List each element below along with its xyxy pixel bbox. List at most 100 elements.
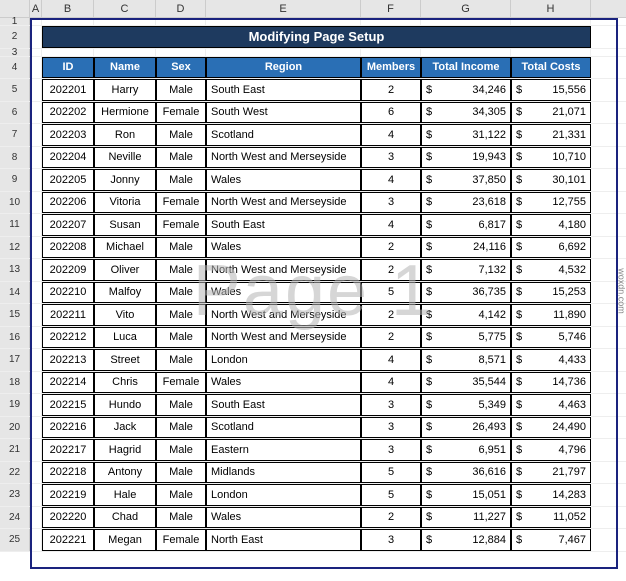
cell-name[interactable]: Malfoy bbox=[94, 282, 156, 304]
cell-id[interactable]: 202219 bbox=[42, 484, 94, 506]
row-header[interactable]: 12 bbox=[0, 237, 30, 259]
cell-id[interactable]: 202203 bbox=[42, 124, 94, 146]
cell-id[interactable]: 202204 bbox=[42, 147, 94, 169]
cell[interactable] bbox=[30, 237, 42, 259]
cell-members[interactable]: 3 bbox=[361, 439, 421, 461]
cell-id[interactable]: 202207 bbox=[42, 214, 94, 236]
cell[interactable] bbox=[30, 259, 42, 281]
cell-region[interactable]: North West and Merseyside bbox=[206, 192, 361, 214]
col-header-G[interactable]: G bbox=[421, 0, 511, 17]
cell-name[interactable]: Hundo bbox=[94, 394, 156, 416]
cell-members[interactable]: 6 bbox=[361, 102, 421, 124]
cell-id[interactable]: 202213 bbox=[42, 349, 94, 371]
cell-income[interactable]: $23,618 bbox=[421, 192, 511, 214]
cell-region[interactable]: Scotland bbox=[206, 124, 361, 146]
cell-costs[interactable]: $11,052 bbox=[511, 507, 591, 529]
cell[interactable] bbox=[30, 484, 42, 506]
select-all-corner[interactable] bbox=[0, 0, 30, 17]
cell-income[interactable]: $37,850 bbox=[421, 169, 511, 191]
spreadsheet-grid[interactable]: A B C D E F G H 1 2 Modifying Page Setup… bbox=[0, 0, 626, 552]
cell[interactable] bbox=[30, 102, 42, 124]
row-header[interactable]: 1 bbox=[0, 18, 30, 25]
cell[interactable] bbox=[30, 18, 42, 25]
cell-name[interactable]: Luca bbox=[94, 327, 156, 349]
cell-costs[interactable]: $4,180 bbox=[511, 214, 591, 236]
cell-region[interactable]: North West and Merseyside bbox=[206, 259, 361, 281]
cell[interactable] bbox=[206, 18, 361, 25]
row-header[interactable]: 16 bbox=[0, 327, 30, 349]
cell-region[interactable]: Wales bbox=[206, 169, 361, 191]
cell-name[interactable]: Vito bbox=[94, 304, 156, 326]
cell-sex[interactable]: Female bbox=[156, 372, 206, 394]
cell[interactable] bbox=[30, 462, 42, 484]
cell-region[interactable]: South East bbox=[206, 394, 361, 416]
cell[interactable] bbox=[30, 304, 42, 326]
cell-name[interactable]: Ron bbox=[94, 124, 156, 146]
cell-members[interactable]: 3 bbox=[361, 192, 421, 214]
cell-costs[interactable]: $30,101 bbox=[511, 169, 591, 191]
row-header[interactable]: 20 bbox=[0, 417, 30, 439]
cell-costs[interactable]: $11,890 bbox=[511, 304, 591, 326]
cell[interactable] bbox=[30, 147, 42, 169]
cell-id[interactable]: 202202 bbox=[42, 102, 94, 124]
cell-income[interactable]: $36,616 bbox=[421, 462, 511, 484]
cell-members[interactable]: 4 bbox=[361, 372, 421, 394]
cell-members[interactable]: 3 bbox=[361, 394, 421, 416]
cell-sex[interactable]: Female bbox=[156, 529, 206, 551]
cell-income[interactable]: $26,493 bbox=[421, 417, 511, 439]
cell[interactable] bbox=[30, 439, 42, 461]
cell-id[interactable]: 202212 bbox=[42, 327, 94, 349]
cell[interactable] bbox=[30, 26, 42, 48]
cell-members[interactable]: 3 bbox=[361, 529, 421, 551]
header-members[interactable]: Members bbox=[361, 57, 421, 79]
cell-region[interactable]: London bbox=[206, 349, 361, 371]
cell-income[interactable]: $12,884 bbox=[421, 529, 511, 551]
cell-id[interactable]: 202217 bbox=[42, 439, 94, 461]
header-costs[interactable]: Total Costs bbox=[511, 57, 591, 79]
cell-costs[interactable]: $15,556 bbox=[511, 79, 591, 101]
cell-sex[interactable]: Male bbox=[156, 124, 206, 146]
cell-sex[interactable]: Male bbox=[156, 439, 206, 461]
cell[interactable] bbox=[30, 124, 42, 146]
row-header[interactable]: 6 bbox=[0, 102, 30, 124]
cell-costs[interactable]: $5,746 bbox=[511, 327, 591, 349]
cell[interactable] bbox=[511, 49, 591, 56]
cell-region[interactable]: Wales bbox=[206, 282, 361, 304]
cell-name[interactable]: Oliver bbox=[94, 259, 156, 281]
cell-costs[interactable]: $4,463 bbox=[511, 394, 591, 416]
cell-members[interactable]: 2 bbox=[361, 237, 421, 259]
page-title[interactable]: Modifying Page Setup bbox=[42, 26, 591, 48]
cell-costs[interactable]: $21,071 bbox=[511, 102, 591, 124]
cell-name[interactable]: Jonny bbox=[94, 169, 156, 191]
row-header[interactable]: 4 bbox=[0, 57, 30, 79]
cell-region[interactable]: North East bbox=[206, 529, 361, 551]
cell-id[interactable]: 202211 bbox=[42, 304, 94, 326]
cell-income[interactable]: $15,051 bbox=[421, 484, 511, 506]
cell-name[interactable]: Hermione bbox=[94, 102, 156, 124]
cell-costs[interactable]: $6,692 bbox=[511, 237, 591, 259]
cell-region[interactable]: North West and Merseyside bbox=[206, 304, 361, 326]
cell-sex[interactable]: Male bbox=[156, 349, 206, 371]
col-header-H[interactable]: H bbox=[511, 0, 591, 17]
col-header-B[interactable]: B bbox=[42, 0, 94, 17]
row-header[interactable]: 9 bbox=[0, 169, 30, 191]
col-header-E[interactable]: E bbox=[206, 0, 361, 17]
cell-region[interactable]: Scotland bbox=[206, 417, 361, 439]
cell-costs[interactable]: $21,797 bbox=[511, 462, 591, 484]
cell-name[interactable]: Chad bbox=[94, 507, 156, 529]
cell-sex[interactable]: Male bbox=[156, 79, 206, 101]
cell-income[interactable]: $7,132 bbox=[421, 259, 511, 281]
cell-income[interactable]: $8,571 bbox=[421, 349, 511, 371]
cell-income[interactable]: $4,142 bbox=[421, 304, 511, 326]
cell[interactable] bbox=[156, 18, 206, 25]
row-header[interactable]: 3 bbox=[0, 49, 30, 56]
cell[interactable] bbox=[30, 192, 42, 214]
cell-income[interactable]: $31,122 bbox=[421, 124, 511, 146]
cell-region[interactable]: Midlands bbox=[206, 462, 361, 484]
col-header-A[interactable]: A bbox=[30, 0, 42, 17]
cell-income[interactable]: $11,227 bbox=[421, 507, 511, 529]
cell-members[interactable]: 2 bbox=[361, 507, 421, 529]
cell[interactable] bbox=[42, 49, 94, 56]
cell-costs[interactable]: $24,490 bbox=[511, 417, 591, 439]
cell-name[interactable]: Jack bbox=[94, 417, 156, 439]
